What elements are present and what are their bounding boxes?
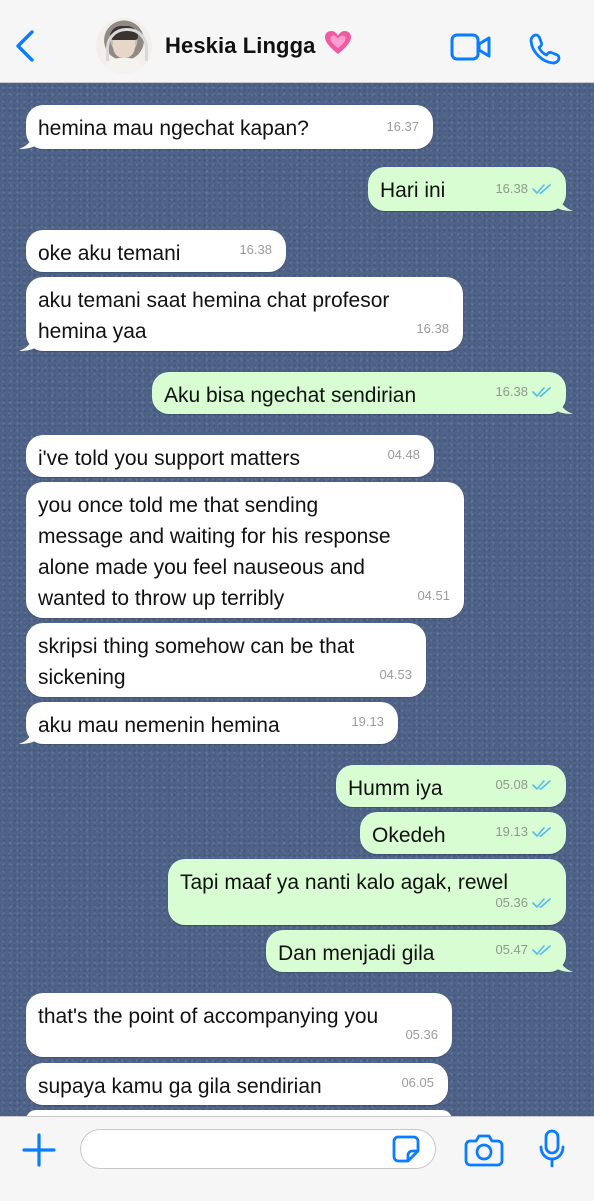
- read-ticks-icon: [532, 779, 551, 790]
- bubble-tail: [19, 333, 39, 351]
- message-bubble-incoming[interactable]: aku temani saat hemina chat profesor hem…: [19, 277, 463, 351]
- bubble-tail: [553, 193, 573, 211]
- message-time: 16.38: [495, 181, 528, 196]
- attach-button[interactable]: [20, 1131, 58, 1169]
- message-meta: 06.05: [401, 1067, 434, 1098]
- message-text: Humm iya: [348, 777, 443, 800]
- message-bubble-outgoing[interactable]: Aku bisa ngechat sendirian 16.38: [152, 372, 573, 414]
- message-text: Dan menjadi gila: [278, 942, 435, 965]
- message-meta: 19.13: [351, 706, 384, 737]
- bubble-tail: [19, 726, 39, 744]
- avatar[interactable]: [96, 18, 152, 74]
- microphone-button[interactable]: [538, 1129, 566, 1169]
- message-text: i've told you support matters: [38, 447, 300, 470]
- avatar-headphones: [106, 28, 148, 61]
- voice-call-button[interactable]: [528, 32, 562, 66]
- chevron-left-icon: [16, 30, 34, 62]
- message-composer: [0, 1116, 594, 1201]
- message-text: that's the point of accompanying you: [38, 1005, 379, 1028]
- message-meta: 04.53: [379, 659, 412, 690]
- camera-button[interactable]: [464, 1133, 504, 1167]
- message-time: 16.37: [386, 119, 419, 134]
- message-meta: 16.37: [386, 111, 419, 142]
- message-meta: 19.13: [495, 816, 552, 847]
- read-ticks-icon: [532, 386, 551, 397]
- message-meta: 05.47: [495, 934, 552, 965]
- message-text: oke aku temani: [38, 242, 181, 265]
- message-meta: 05.36: [405, 1019, 438, 1050]
- message-time: 05.47: [495, 942, 528, 957]
- message-meta: 05.08: [495, 769, 552, 800]
- bubble-tail: [19, 131, 39, 149]
- message-meta: 05.36: [495, 887, 552, 918]
- message-bubble-incoming[interactable]: supaya kamu ga gila sendirian 06.05: [26, 1063, 448, 1105]
- heart-emoji-icon: [324, 31, 351, 54]
- contact-name[interactable]: Heskia Lingga: [165, 30, 352, 59]
- read-ticks-icon: [532, 897, 551, 908]
- message-text: Hari ini: [380, 179, 446, 202]
- back-button[interactable]: [8, 26, 44, 66]
- message-time: 05.08: [495, 777, 528, 792]
- bubble-tail: [553, 954, 573, 972]
- camera-icon: [464, 1134, 504, 1167]
- message-meta: 16.38: [239, 234, 272, 265]
- message-text: Okedeh: [372, 824, 446, 847]
- message-time: 16.38: [239, 242, 272, 257]
- message-time: 06.05: [401, 1075, 434, 1090]
- bubble-tail: [553, 396, 573, 414]
- message-bubble-incoming[interactable]: you once told me that sending message an…: [26, 482, 464, 618]
- video-call-button[interactable]: [450, 32, 492, 62]
- message-bubble-incoming[interactable]: skripsi thing somehow can be that sicken…: [26, 623, 426, 697]
- phone-icon: [529, 33, 561, 65]
- message-bubble-incoming[interactable]: i've told you support matters 04.48: [26, 435, 434, 477]
- plus-icon: [22, 1133, 56, 1167]
- message-time: 04.48: [387, 447, 420, 462]
- message-input[interactable]: [80, 1129, 436, 1169]
- message-bubble-incoming[interactable]: that's the point of accompanying you 05.…: [26, 993, 452, 1057]
- message-time: 19.13: [351, 714, 384, 729]
- message-bubble-outgoing[interactable]: Humm iya 05.08: [336, 765, 566, 807]
- message-time: 04.51: [417, 588, 450, 603]
- video-icon: [450, 33, 491, 61]
- message-meta: 04.48: [387, 439, 420, 470]
- message-bubble-outgoing[interactable]: Okedeh 19.13: [360, 812, 566, 854]
- message-text: you once told me that sending message an…: [38, 494, 391, 610]
- message-bubble-incoming[interactable]: aku mau nemenin hemina 19.13: [19, 702, 398, 744]
- message-meta: 04.51: [417, 580, 450, 611]
- message-time: 16.38: [416, 321, 449, 336]
- message-text: supaya kamu ga gila sendirian: [38, 1075, 322, 1098]
- sticker-icon: [392, 1135, 420, 1163]
- message-bubble-outgoing[interactable]: Dan menjadi gila 05.47: [266, 930, 573, 972]
- message-bubble-incoming[interactable]: hemina mau ngechat kapan? 16.37: [19, 105, 433, 149]
- message-text: aku mau nemenin hemina: [38, 714, 280, 737]
- message-text: aku temani saat hemina chat profesor hem…: [38, 289, 390, 343]
- message-time: 19.13: [495, 824, 528, 839]
- chat-header: Heskia Lingga: [0, 0, 594, 83]
- read-ticks-icon: [532, 183, 551, 194]
- message-text: skripsi thing somehow can be that sicken…: [38, 635, 355, 689]
- read-ticks-icon: [532, 944, 551, 955]
- message-time: 16.38: [495, 384, 528, 399]
- sticker-button[interactable]: [392, 1135, 420, 1163]
- message-bubble-outgoing[interactable]: Tapi maaf ya nanti kalo agak, rewel 05.3…: [168, 859, 566, 925]
- read-ticks-icon: [532, 826, 551, 837]
- message-text: Tapi maaf ya nanti kalo agak, rewel: [180, 871, 509, 894]
- message-meta: 16.38: [495, 173, 552, 204]
- mic-icon: [539, 1129, 565, 1168]
- message-bubble-outgoing[interactable]: Hari ini 16.38: [368, 167, 573, 211]
- message-time: 05.36: [495, 895, 528, 910]
- message-time: 04.53: [379, 667, 412, 682]
- message-meta: 16.38: [416, 313, 449, 344]
- message-text: Aku bisa ngechat sendirian: [164, 384, 417, 407]
- message-text: hemina mau ngechat kapan?: [38, 117, 309, 140]
- message-bubble-incoming[interactable]: oke aku temani 16.38: [26, 230, 286, 272]
- message-meta: 16.38: [495, 376, 552, 407]
- contact-name-text: Heskia Lingga: [165, 33, 316, 58]
- message-time: 05.36: [405, 1027, 438, 1042]
